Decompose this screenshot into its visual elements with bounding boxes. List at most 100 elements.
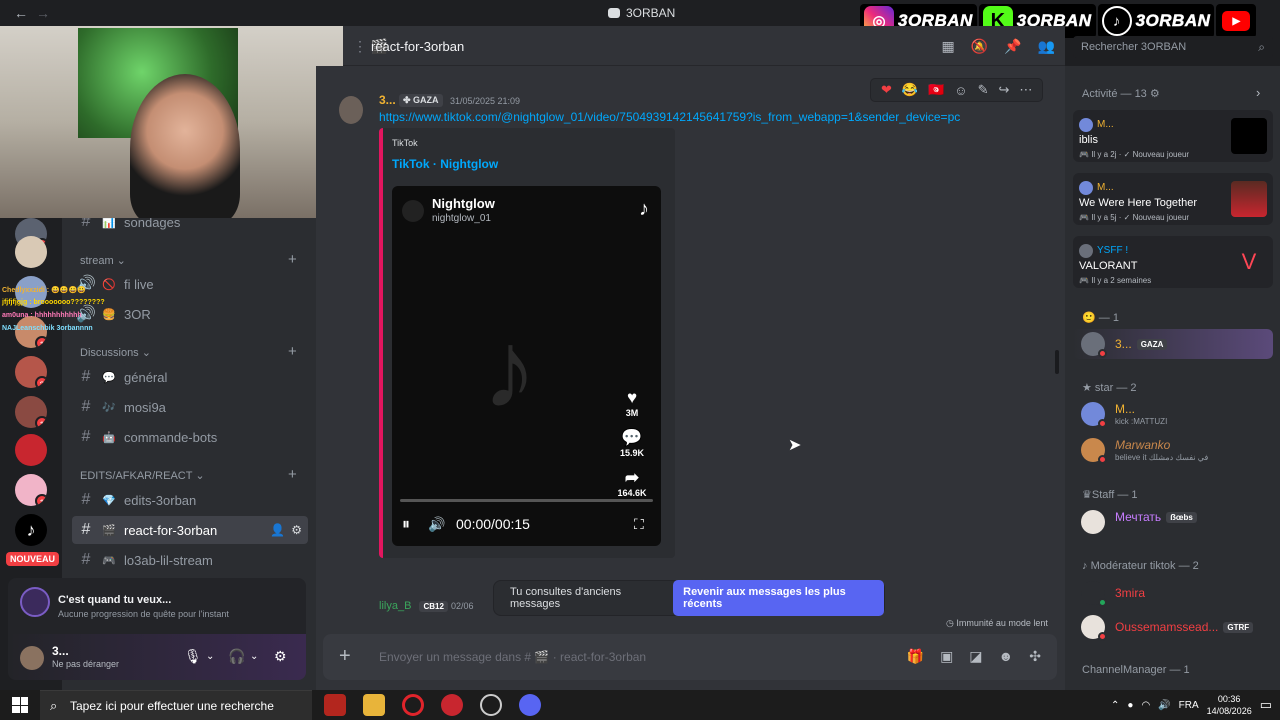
volume-icon[interactable]: 🔊 (1158, 700, 1170, 711)
old-messages-bar: Tu consultes d'anciens messages Revenir … (493, 580, 885, 616)
back-arrow-icon[interactable]: ← (14, 5, 28, 21)
pause-icon[interactable]: ⏸ (402, 516, 410, 534)
mute-icon[interactable]: 🔕 (971, 38, 988, 55)
member-item[interactable]: Oussemamssead... GTRF (1081, 615, 1254, 641)
activity-header[interactable]: Activité — 13 ⚙ (1082, 87, 1160, 100)
activity-card[interactable]: M... We Were Here Together 🎮 Il y a 5j ·… (1073, 173, 1273, 225)
video-author-name: Nightglow (432, 196, 495, 211)
server-icon[interactable]: 1 (15, 396, 47, 428)
channel-mosi9a[interactable]: # 🎶 mosi9a (72, 393, 308, 421)
add-channel-icon[interactable]: + (288, 466, 297, 483)
message-timestamp: 31/05/2025 21:09 (450, 96, 521, 106)
dnd-status-icon (1098, 455, 1107, 464)
channel-react-for-3orban[interactable]: # 🎬 react-for-3orban 👤 ⚙ (72, 516, 308, 544)
members-icon[interactable]: 👥 (1038, 38, 1055, 55)
message-composer[interactable]: + Envoyer un message dans # 🎬 · react-fo… (323, 634, 1057, 680)
language-indicator[interactable]: FRA (1179, 700, 1199, 711)
activity-card[interactable]: M... iblis 🎮 Il y a 2j · ✓ Nouveau joueu… (1073, 110, 1273, 162)
server-icon[interactable]: 1 (15, 316, 47, 348)
add-reaction-icon[interactable]: ☺ (954, 83, 967, 98)
obs-icon[interactable] (480, 694, 502, 716)
server-icon[interactable] (15, 434, 47, 466)
category-edits[interactable]: EDITS/AFKAR/REACT ⌄ (80, 469, 205, 482)
voicemeeter-icon[interactable] (324, 694, 346, 716)
chevron-down-icon[interactable]: ⌄ (250, 651, 258, 662)
stream-chat-line: NAJLeanschbik 3orbannnn (2, 325, 93, 332)
server-icon[interactable] (15, 236, 47, 268)
member-item[interactable]: Marwanko believe it في نفسك دمشلك (1081, 438, 1208, 464)
game-art (1231, 181, 1267, 217)
gear-icon[interactable]: ⚙ (291, 523, 302, 537)
avatar[interactable] (339, 96, 363, 124)
tiktok-server-icon[interactable]: ♪ (15, 514, 47, 546)
emoji-icon[interactable]: ☻ (999, 648, 1014, 665)
member-item[interactable]: Мечтать ẞœbs (1081, 510, 1197, 534)
laugh-reaction-icon[interactable]: 😂 (902, 82, 918, 98)
windows-start-icon[interactable] (12, 697, 28, 713)
upload-plus-icon[interactable]: + (339, 645, 351, 668)
app-title: 3ORBAN (608, 6, 675, 20)
discord-icon[interactable] (519, 694, 541, 716)
channel-emoji: 🚫 (102, 278, 116, 291)
activity-ago: Il y a 2 semaines (1091, 276, 1152, 285)
channel-fi-live[interactable]: 🔊 🚫 fi live (72, 270, 308, 298)
category-stream[interactable]: stream ⌄ (80, 254, 126, 267)
clock-time: 00:36 (1217, 694, 1241, 704)
sticker-icon[interactable]: ◪ (969, 648, 982, 665)
channel-lo3ab-lil-stream[interactable]: # 🎮 lo3ab-lil-stream (72, 546, 308, 574)
add-channel-icon[interactable]: + (288, 343, 297, 360)
taskbar-search[interactable]: ⌕ Tapez ici pour effectuer une recherche (40, 690, 312, 720)
activity-card[interactable]: YSFF ! VALORANT 🎮 Il y a 2 semaines V (1073, 236, 1273, 288)
chevron-down-icon[interactable]: ⌄ (206, 651, 214, 662)
channel-edits-3orban[interactable]: # 💎 edits-3orban (72, 486, 308, 514)
member-item[interactable]: 3mira (1081, 581, 1145, 607)
member-item[interactable]: M... kick :MATTUZI (1081, 402, 1167, 428)
volume-icon[interactable]: 🔊 (428, 516, 445, 533)
more-icon[interactable]: ⋯ (1019, 82, 1032, 98)
clock[interactable]: 00:36 14/08/2026 (1207, 693, 1252, 717)
fullscreen-icon[interactable]: ⛶ (634, 516, 644, 533)
file-explorer-icon[interactable] (363, 694, 385, 716)
channel-commande-bots[interactable]: # 🤖 commande-bots (72, 423, 308, 451)
avatar[interactable] (20, 646, 44, 670)
gif-icon[interactable]: ▣ (940, 648, 953, 665)
video-player[interactable]: Nightglow nightglow_01 ♪ ♪ ♥ 3M 💬 15.9K ➦ 1… (392, 186, 661, 546)
channel-general[interactable]: # 💬 général (72, 363, 308, 391)
chevron-up-icon[interactable]: ⌃ (1111, 700, 1119, 711)
server-icon[interactable]: 1 (15, 474, 47, 506)
threads-icon[interactable]: ▦ (941, 38, 954, 55)
channel-emoji: 🎶 (102, 401, 116, 414)
server-icon[interactable]: 3 (15, 356, 47, 388)
chevron-right-icon[interactable]: › (1256, 85, 1260, 100)
chat-scrollbar[interactable] (1055, 350, 1059, 374)
message-link[interactable]: https://www.tiktok.com/@nightglow_01/vid… (379, 110, 960, 124)
wifi-icon[interactable]: ◠ (1141, 700, 1150, 711)
gift-icon[interactable]: 🎁 (907, 648, 924, 665)
message-author[interactable]: 3... (379, 93, 396, 107)
pin-icon[interactable]: 📌 (1004, 38, 1021, 55)
settings-gear-icon[interactable]: ⚙ (274, 648, 287, 665)
category-discussions[interactable]: Discussions ⌄ (80, 346, 151, 359)
member-name: Мечтать (1115, 510, 1162, 524)
microphone-icon[interactable]: 🎙 (184, 648, 202, 665)
quest-panel[interactable]: C'est quand tu veux... Aucune progressio… (8, 578, 306, 634)
flag-reaction-icon[interactable]: 🇹🇳 (928, 82, 944, 98)
forward-arrow-icon[interactable]: → (36, 5, 50, 21)
search-input[interactable]: Rechercher 3ORBAN ⌕ (1073, 36, 1273, 58)
add-channel-icon[interactable]: + (288, 251, 297, 268)
notifications-icon[interactable]: ▭ (1260, 697, 1272, 713)
embed-title[interactable]: TikTok · Nightglow (392, 157, 498, 171)
edit-icon[interactable]: ✎ (978, 82, 989, 98)
tray-icon[interactable]: ● (1127, 700, 1133, 711)
headphones-icon[interactable]: 🎧 (228, 648, 245, 665)
reply-icon[interactable]: ↪ (998, 82, 1009, 98)
jump-to-present-button[interactable]: Revenir aux messages les plus récents (673, 580, 884, 616)
app-icon[interactable] (441, 694, 463, 716)
heart-reaction-icon[interactable]: ❤ (881, 82, 892, 98)
video-progress-bar[interactable] (400, 499, 653, 502)
channel-3or[interactable]: 🔊 🍔 3OR (72, 300, 308, 328)
invite-icon[interactable]: 👤 (270, 523, 285, 537)
opera-icon[interactable] (402, 694, 424, 716)
apps-icon[interactable]: ✣ (1029, 648, 1041, 665)
member-item[interactable]: 3... GAZA (1081, 332, 1168, 358)
